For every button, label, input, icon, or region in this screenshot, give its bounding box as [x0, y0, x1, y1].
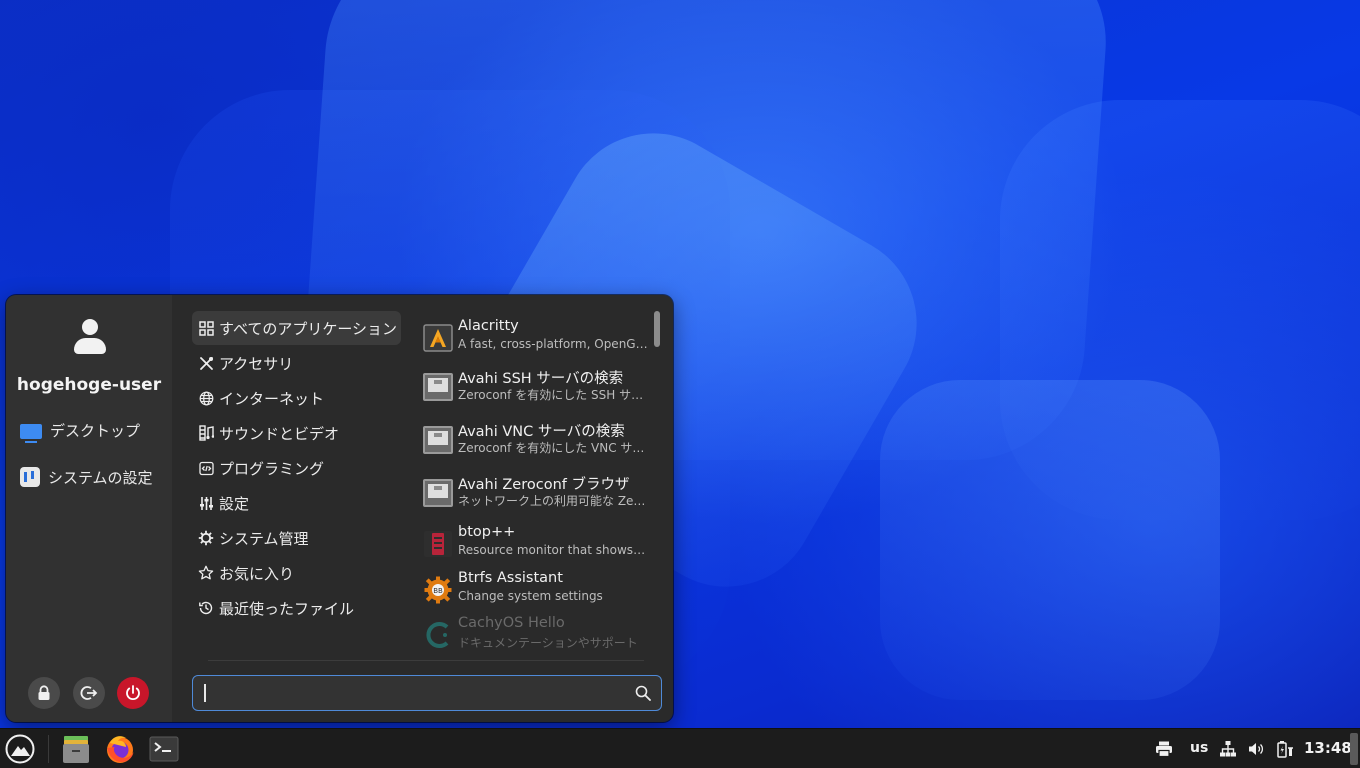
svg-text:BB: BB [433, 587, 443, 595]
network-monitor-icon [423, 426, 453, 454]
place-label: デスクトップ [50, 421, 141, 440]
search-field[interactable] [192, 675, 662, 711]
terminal-icon[interactable] [148, 733, 180, 765]
network-monitor-icon [423, 373, 453, 401]
power-button[interactable] [117, 677, 149, 709]
application-menu: hogehoge-user デスクトップ システムの設定 すべてのアプリケーショ… [6, 295, 673, 722]
menu-sidebar: hogehoge-user デスクトップ システムの設定 [6, 295, 172, 722]
keyboard-layout-indicator[interactable]: us [1190, 740, 1208, 756]
film-music-icon [198, 425, 214, 441]
app-item-cachyos-hello[interactable]: CachyOS Hello ドキュメンテーションやサポート [422, 615, 654, 659]
category-label: アクセサリ [219, 354, 294, 373]
battery-charging-icon[interactable] [1276, 740, 1294, 758]
firefox-icon[interactable] [104, 733, 136, 765]
place-desktop[interactable]: デスクトップ [20, 416, 170, 444]
app-description: Change system settings [458, 589, 603, 603]
app-description: Resource monitor that shows usage and st… [458, 543, 648, 557]
category-accessories[interactable]: アクセサリ [192, 346, 401, 380]
sliders-icon [198, 495, 214, 511]
app-description: Zeroconf を有効にした SSH サーバを検索します [458, 388, 648, 402]
globe-icon [198, 390, 214, 406]
place-label: システムの設定 [48, 468, 153, 487]
star-icon [198, 565, 214, 581]
app-item-avahi-zeroconf[interactable]: Avahi Zeroconf ブラウザ ネットワーク上の利用可能な Zeroco… [422, 473, 654, 517]
cachyos-menu-icon[interactable] [4, 733, 36, 765]
category-label: サウンドとビデオ [219, 424, 340, 443]
history-icon [198, 600, 214, 616]
desktop-icon [20, 423, 42, 443]
file-manager-icon[interactable] [60, 733, 92, 765]
app-name: Btrfs Assistant [458, 570, 563, 586]
app-description: ドキュメンテーションやサポート [458, 636, 638, 650]
tools-icon [198, 355, 214, 371]
category-favorites[interactable]: お気に入り [192, 556, 401, 590]
category-system[interactable]: システム管理 [192, 521, 401, 555]
user-avatar-icon[interactable] [72, 319, 108, 359]
btrfs-assistant-icon: BB [424, 576, 452, 604]
app-item-btrfs-assistant[interactable]: BB Btrfs Assistant Change system setting… [422, 570, 654, 614]
lock-icon [38, 685, 50, 700]
gear-icon [198, 530, 214, 546]
printer-icon[interactable] [1155, 740, 1173, 758]
category-label: お気に入り [219, 564, 295, 583]
app-name: Avahi VNC サーバの検索 [458, 424, 625, 440]
category-label: 最近使ったファイル [219, 599, 355, 618]
category-internet[interactable]: インターネット [192, 381, 401, 415]
clock[interactable]: 13:48 [1304, 739, 1352, 757]
network-wired-icon[interactable] [1219, 740, 1237, 758]
category-recent-files[interactable]: 最近使ったファイル [192, 591, 401, 625]
category-all-applications[interactable]: すべてのアプリケーション [192, 311, 401, 345]
app-item-btop[interactable]: btop++ Resource monitor that shows usage… [422, 524, 654, 568]
settings-manager-icon [20, 467, 40, 487]
taskbar-separator [48, 735, 49, 763]
search-input[interactable] [201, 680, 621, 706]
logout-icon [80, 686, 98, 700]
username: hogehoge-user [16, 375, 162, 395]
app-name: Alacritty [458, 318, 519, 334]
show-desktop-button[interactable] [1350, 733, 1358, 765]
volume-icon[interactable] [1247, 740, 1265, 758]
taskbar: us 13:48 [0, 728, 1360, 768]
cachyos-icon [426, 622, 449, 648]
text-caret [204, 684, 206, 702]
app-description: Zeroconf を有効にした VNC サーバを検索します [458, 441, 648, 455]
divider [208, 660, 644, 661]
app-name: CachyOS Hello [458, 615, 565, 631]
lock-button[interactable] [28, 677, 60, 709]
category-label: インターネット [219, 389, 325, 408]
category-label: すべてのアプリケーション [219, 319, 398, 338]
code-icon [198, 460, 214, 476]
logout-button[interactable] [73, 677, 105, 709]
category-programming[interactable]: プログラミング [192, 451, 401, 485]
category-settings[interactable]: 設定 [192, 486, 401, 520]
wallpaper-shape [880, 380, 1220, 700]
category-label: プログラミング [219, 459, 325, 478]
app-description: A fast, cross-platform, OpenGL terminal … [458, 337, 648, 351]
alacritty-icon [423, 324, 453, 352]
grid-icon [198, 320, 214, 336]
app-name: btop++ [458, 524, 516, 540]
search-icon [635, 685, 651, 701]
category-label: システム管理 [219, 529, 309, 548]
app-item-alacritty[interactable]: Alacritty A fast, cross-platform, OpenGL… [422, 318, 654, 362]
app-name: Avahi Zeroconf ブラウザ [458, 477, 630, 493]
power-icon [126, 685, 140, 700]
category-sound-video[interactable]: サウンドとビデオ [192, 416, 401, 450]
app-name: Avahi SSH サーバの検索 [458, 371, 624, 387]
network-monitor-icon [423, 479, 453, 507]
app-list-scrollbar[interactable] [654, 311, 660, 347]
place-settings-manager[interactable]: システムの設定 [20, 463, 170, 491]
app-item-avahi-vnc[interactable]: Avahi VNC サーバの検索 Zeroconf を有効にした VNC サーバ… [422, 420, 654, 464]
app-description: ネットワーク上の利用可能な Zeroconf サービスを閲覧します [458, 494, 648, 508]
btop-icon [424, 531, 452, 557]
app-item-avahi-ssh[interactable]: Avahi SSH サーバの検索 Zeroconf を有効にした SSH サーバ… [422, 367, 654, 411]
category-label: 設定 [219, 494, 250, 513]
